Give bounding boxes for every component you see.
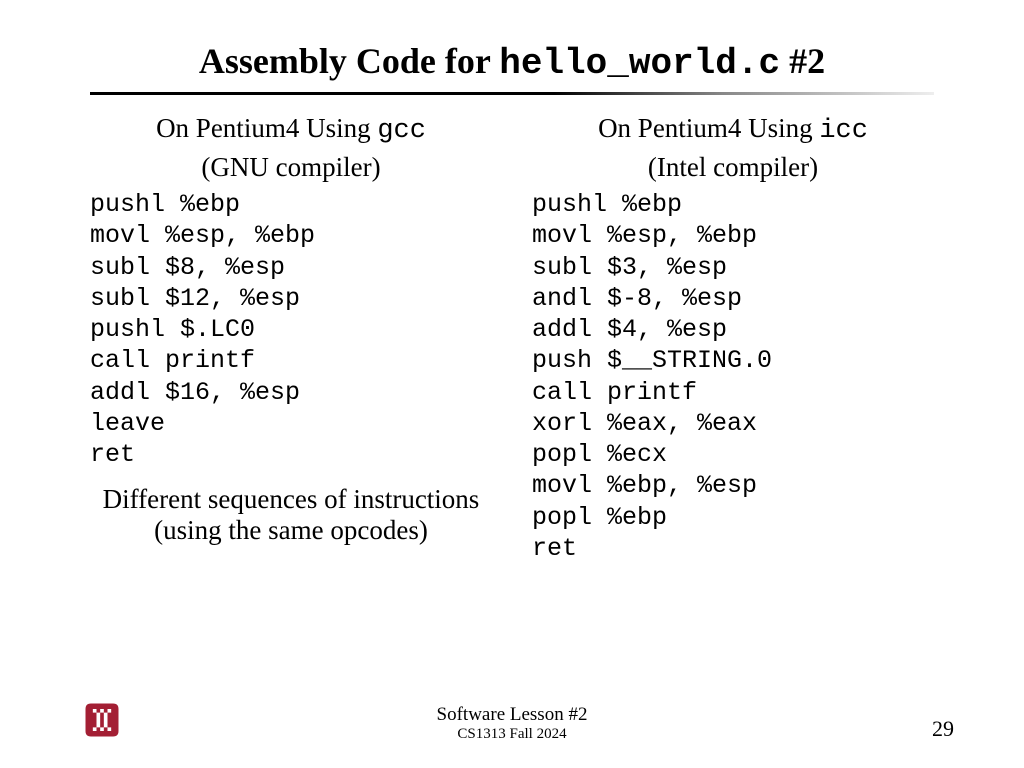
left-note: Different sequences of instructions (usi… (90, 484, 492, 546)
columns: On Pentium4 Using gcc (GNU compiler) pus… (90, 113, 934, 564)
title-filename: hello_world.c (499, 43, 780, 84)
footer: Software Lesson #2 CS1313 Fall 2024 29 (0, 698, 1024, 742)
left-heading-compiler: gcc (377, 116, 426, 146)
title-suffix: #2 (780, 41, 825, 81)
title-underline (90, 92, 934, 95)
left-heading: On Pentium4 Using gcc (90, 113, 492, 146)
left-heading-prefix: On Pentium4 Using (156, 113, 377, 143)
slide-title: Assembly Code for hello_world.c #2 (90, 40, 934, 84)
ou-logo-icon (80, 698, 124, 742)
left-column: On Pentium4 Using gcc (GNU compiler) pus… (90, 113, 492, 564)
slide: Assembly Code for hello_world.c #2 On Pe… (0, 0, 1024, 564)
right-column: On Pentium4 Using icc (Intel compiler) p… (532, 113, 934, 564)
right-heading: On Pentium4 Using icc (532, 113, 934, 146)
left-code-block: pushl %ebp movl %esp, %ebp subl $8, %esp… (90, 189, 492, 470)
right-heading-prefix: On Pentium4 Using (598, 113, 819, 143)
footer-lesson: Software Lesson #2 (437, 705, 588, 726)
left-paren: (GNU compiler) (90, 152, 492, 183)
page-number: 29 (932, 716, 954, 742)
footer-course: CS1313 Fall 2024 (437, 726, 588, 743)
right-code-block: pushl %ebp movl %esp, %ebp subl $3, %esp… (532, 189, 934, 564)
right-paren: (Intel compiler) (532, 152, 934, 183)
footer-center: Software Lesson #2 CS1313 Fall 2024 (437, 705, 588, 742)
right-heading-compiler: icc (819, 116, 868, 146)
title-prefix: Assembly Code for (199, 41, 499, 81)
